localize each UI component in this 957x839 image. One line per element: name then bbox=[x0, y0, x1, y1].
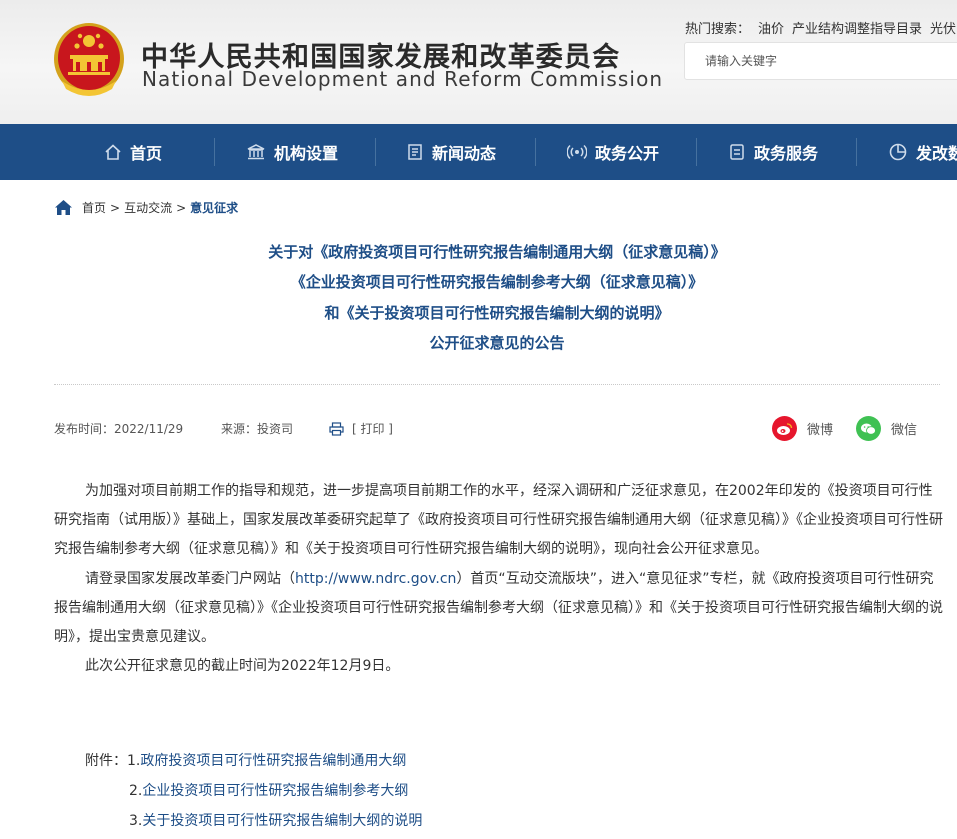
attachment-index: 1. bbox=[127, 753, 141, 769]
attachment-index: 2. bbox=[129, 783, 143, 799]
publish-date: 2022/11/29 bbox=[114, 422, 184, 436]
article-body: 为加强对项目前期工作的指导和规范，进一步提高项目前期工作的水平，经深入调研和广泛… bbox=[54, 477, 944, 681]
breadcrumb: 首页 > 互动交流 > 意见征求 bbox=[54, 199, 238, 216]
source-label: 来源： bbox=[221, 422, 258, 436]
breadcrumb-current-link[interactable]: 意见征求 bbox=[190, 199, 238, 216]
nav-item-label: 首页 bbox=[130, 144, 163, 163]
source: 来源：投资司 bbox=[221, 420, 293, 437]
breadcrumb-separator: > bbox=[110, 200, 121, 215]
nav-item-home[interactable]: 首页 bbox=[104, 124, 162, 180]
article-paragraph: 请登录国家发展改革委门户网站（http://www.ndrc.gov.cn）首页… bbox=[54, 565, 944, 653]
nav-item-news[interactable]: 新闻动态 bbox=[406, 124, 496, 180]
nav-divider bbox=[214, 138, 215, 166]
hot-search-label: 热门搜索： bbox=[685, 22, 751, 37]
breadcrumb-separator: > bbox=[176, 200, 187, 215]
attachments-label: 附件： bbox=[85, 753, 127, 769]
article-paragraph: 为加强对项目前期工作的指导和规范，进一步提高项目前期工作的水平，经深入调研和广泛… bbox=[54, 483, 943, 558]
attachment-link[interactable]: 政府投资项目可行性研究报告编制通用大纲 bbox=[140, 753, 406, 769]
nav-item-label: 机构设置 bbox=[274, 144, 339, 163]
hot-keyword[interactable]: 产业结构调整指导目录 bbox=[792, 22, 922, 37]
nav-item-label: 政务公开 bbox=[595, 144, 660, 163]
title-divider bbox=[54, 384, 940, 385]
hot-keyword[interactable]: 油价 bbox=[758, 22, 784, 37]
attachment-row: 3.关于投资项目可行性研究报告编制大纲的说明 bbox=[129, 810, 422, 830]
hot-search: 热门搜索： 油价 产业结构调整指导目录 光伏 bbox=[685, 18, 956, 37]
article-paragraph: 此次公开征求意见的截止时间为2022年12月9日。 bbox=[85, 658, 400, 675]
source-value: 投资司 bbox=[257, 422, 294, 436]
site-title-en[interactable]: National Development and Reform Commissi… bbox=[142, 67, 663, 91]
share-weibo-button[interactable]: 微博 bbox=[772, 416, 833, 441]
nav-item-data[interactable]: 发改数 bbox=[888, 124, 957, 180]
breadcrumb-home-link[interactable]: 首页 bbox=[82, 199, 106, 216]
article-title-line: 和《关于投资项目可行性研究报告编制大纲的说明》 bbox=[324, 304, 670, 322]
publish-time: 发布时间：2022/11/29 bbox=[54, 420, 183, 437]
nav-item-label: 新闻动态 bbox=[432, 144, 497, 163]
attachment-row: 附件：1.政府投资项目可行性研究报告编制通用大纲 bbox=[85, 750, 406, 770]
search-box bbox=[684, 42, 957, 80]
article-title-line: 《企业投资项目可行性研究报告编制参考大纲（征求意见稿）》 bbox=[290, 273, 704, 291]
nav-item-government-affairs[interactable]: 政务公开 bbox=[567, 124, 659, 180]
nav-item-institution[interactable]: 机构设置 bbox=[246, 124, 338, 180]
nav-item-label: 政务服务 bbox=[754, 144, 819, 163]
print-button[interactable]: [ 打印 ] bbox=[329, 420, 393, 437]
nav-divider bbox=[856, 138, 857, 166]
article-title-line: 公开征求意见的公告 bbox=[429, 334, 565, 352]
paragraph-text: 请登录国家发展改革委门户网站（ bbox=[85, 570, 295, 587]
breadcrumb-section-link[interactable]: 互动交流 bbox=[124, 199, 172, 216]
attachment-link[interactable]: 企业投资项目可行性研究报告编制参考大纲 bbox=[142, 783, 408, 799]
nav-divider bbox=[696, 138, 697, 166]
service-icon bbox=[730, 144, 744, 160]
wechat-icon bbox=[856, 416, 881, 441]
share-weibo-label: 微博 bbox=[807, 423, 834, 438]
broadcast-icon bbox=[567, 144, 587, 160]
attachment-row: 2.企业投资项目可行性研究报告编制参考大纲 bbox=[129, 780, 408, 800]
home-icon bbox=[105, 144, 121, 160]
home-icon[interactable] bbox=[54, 199, 73, 216]
national-emblem-icon[interactable] bbox=[52, 21, 126, 101]
article-title-line: 关于对《政府投资项目可行性研究报告编制通用大纲（征求意见稿）》 bbox=[268, 243, 726, 261]
weibo-icon bbox=[772, 416, 797, 441]
print-label: [ 打印 ] bbox=[352, 422, 393, 436]
publish-label: 发布时间： bbox=[54, 422, 115, 436]
share-wechat-button[interactable]: 微信 bbox=[856, 416, 917, 441]
printer-icon bbox=[329, 421, 344, 436]
pie-chart-icon bbox=[889, 143, 907, 161]
main-nav: 首页 机构设置 新闻动态 政务公开 政务服务 发改数 bbox=[0, 124, 957, 180]
attachment-index: 3. bbox=[129, 813, 143, 829]
site-header: 中华人民共和国国家发展和改革委员会 National Development a… bbox=[0, 0, 957, 124]
ndrc-website-link[interactable]: http://www.ndrc.gov.cn bbox=[295, 571, 456, 587]
share-wechat-label: 微信 bbox=[891, 423, 918, 438]
attachment-link[interactable]: 关于投资项目可行性研究报告编制大纲的说明 bbox=[142, 813, 422, 829]
hot-keyword[interactable]: 光伏 bbox=[930, 22, 956, 37]
institution-icon bbox=[247, 144, 265, 160]
nav-divider bbox=[535, 138, 536, 166]
search-input[interactable] bbox=[685, 43, 957, 79]
nav-item-services[interactable]: 政务服务 bbox=[728, 124, 818, 180]
nav-item-label: 发改数 bbox=[916, 144, 957, 163]
nav-divider bbox=[375, 138, 376, 166]
news-icon bbox=[408, 144, 422, 160]
